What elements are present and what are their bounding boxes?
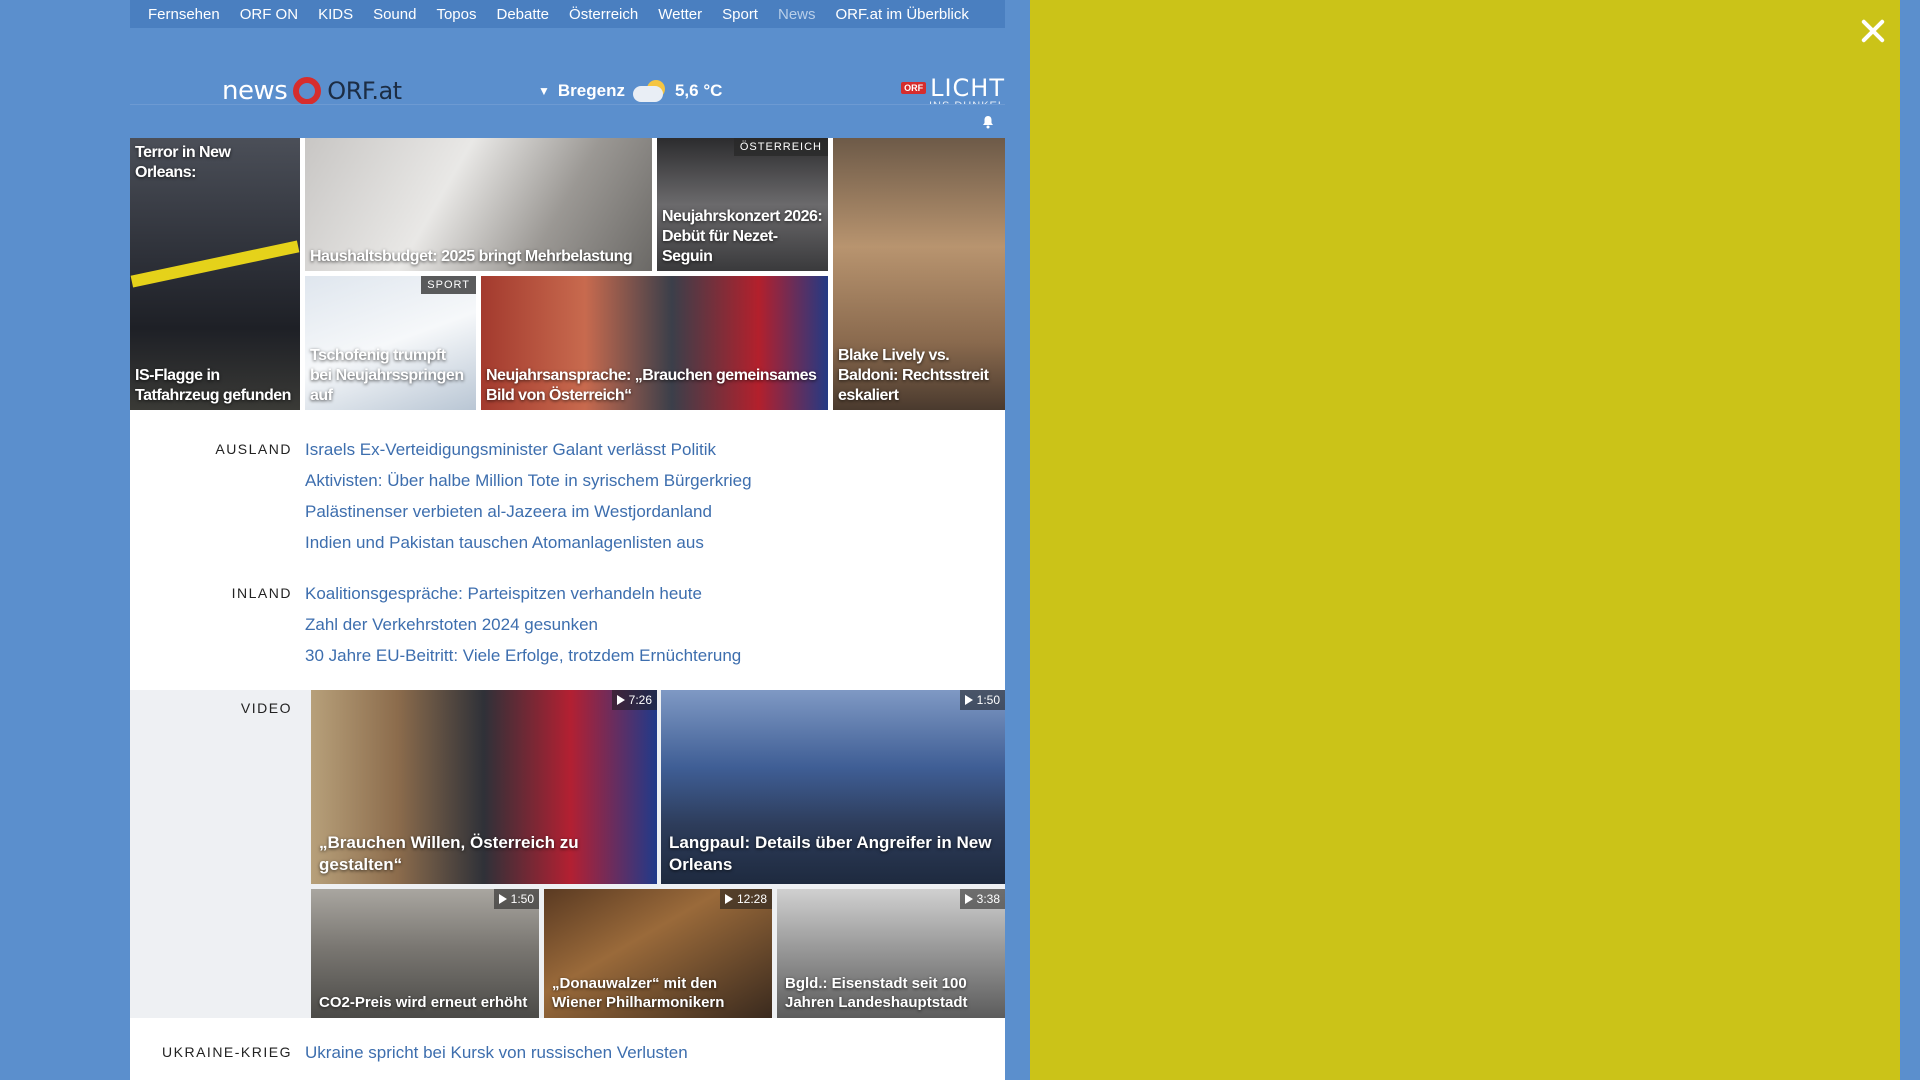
- section-video: VIDEO 7:26 „Brauchen Willen, Österreich …: [130, 690, 1005, 1018]
- partly-cloudy-icon: [632, 80, 667, 102]
- nav-sport[interactable]: Sport: [712, 6, 768, 23]
- teaser-caption: Neujahrsansprache: „Brauchen gemeinsames…: [486, 367, 817, 404]
- headline-link[interactable]: Israels Ex-Verteidigungsminister Galant …: [305, 434, 752, 465]
- video-caption: Langpaul: Details über Angreifer in New …: [669, 833, 992, 874]
- headline-link[interactable]: 30 Jahre EU-Beitritt: Viele Erfolge, tro…: [305, 640, 741, 671]
- orf-ring-icon: [293, 77, 322, 105]
- section-inland: INLAND Koalitionsgespräche: Parteispitze…: [130, 578, 1005, 678]
- video-tile[interactable]: 3:38 Bgld.: Eisenstadt seit 100 Jahren L…: [777, 889, 1005, 1018]
- headline-list: Israels Ex-Verteidigungsminister Galant …: [305, 434, 752, 558]
- teaser-caption: Blake Lively vs. Baldoni: Rechtsstreit e…: [838, 347, 989, 404]
- video-duration: 7:26: [611, 690, 657, 710]
- teaser-haushaltsbudget[interactable]: Haushaltsbudget: 2025 bringt Mehrbelastu…: [305, 138, 652, 271]
- headline-list: Ukraine spricht bei Kursk von russischen…: [305, 1037, 688, 1068]
- section-label: INLAND: [231, 585, 292, 601]
- orf-badge: ORF: [901, 82, 927, 94]
- close-icon[interactable]: [1856, 14, 1890, 48]
- sub-bar: [130, 104, 1005, 138]
- licht-title: LICHT: [930, 74, 1005, 102]
- play-icon: [964, 695, 973, 705]
- headline-link[interactable]: Zahl der Verkehrstoten 2024 gesunken: [305, 609, 741, 640]
- weather-temperature: 5,6 °C: [674, 81, 723, 100]
- logo-orf-text: ORF.at: [327, 77, 402, 105]
- nav-oesterreich[interactable]: Österreich: [559, 6, 648, 23]
- teaser-neujahrsansprache[interactable]: Neujahrsansprache: „Brauchen gemeinsames…: [481, 276, 828, 410]
- teaser-caption: IS-Flagge in Tatfahrzeug gefunden: [135, 367, 291, 404]
- nav-news[interactable]: News: [768, 6, 826, 23]
- section-label: VIDEO: [240, 700, 292, 716]
- weather-widget[interactable]: ▼ Bregenz 5,6 °C: [538, 80, 722, 102]
- video-caption: CO2-Preis wird erneut erhöht: [319, 994, 528, 1011]
- logo-news-text: news: [222, 76, 288, 106]
- section-ukraine: UKRAINE-KRIEG Ukraine spricht bei Kursk …: [130, 1037, 1005, 1077]
- video-caption: „Donauwalzer“ mit den Wiener Philharmoni…: [552, 975, 725, 1011]
- play-icon: [724, 894, 733, 904]
- teaser-tschofenig[interactable]: SPORT Tschofenig trumpft bei Neujahrsspr…: [305, 276, 476, 410]
- video-caption: „Brauchen Willen, Österreich zu gestalte…: [319, 833, 579, 874]
- teaser-caption: Haushaltsbudget: 2025 bringt Mehrbelastu…: [310, 248, 633, 265]
- teaser-neujahrskonzert[interactable]: ÖSTERREICH Neujahrskonzert 2026: Debüt f…: [657, 138, 828, 271]
- video-duration: 3:38: [959, 889, 1005, 909]
- teaser-new-orleans[interactable]: Terror in New Orleans: IS-Flagge in Tatf…: [130, 138, 300, 410]
- section-ausland: AUSLAND Israels Ex-Verteidigungsminister…: [130, 434, 1005, 564]
- video-duration: 1:50: [959, 690, 1005, 710]
- category-tag: ÖSTERREICH: [733, 138, 828, 156]
- bell-icon[interactable]: [981, 115, 995, 129]
- chevron-down-icon: ▼: [538, 84, 550, 98]
- nav-kids[interactable]: KIDS: [308, 6, 363, 23]
- headline-link[interactable]: Indien und Pakistan tauschen Atomanlagen…: [305, 527, 752, 558]
- category-tag: SPORT: [421, 276, 476, 294]
- video-duration: 12:28: [719, 889, 772, 909]
- nav-topos[interactable]: Topos: [426, 6, 486, 23]
- nav-debatte[interactable]: Debatte: [486, 6, 559, 23]
- headline-link[interactable]: Palästinenser verbieten al-Jazeera im We…: [305, 496, 752, 527]
- nav-wetter[interactable]: Wetter: [648, 6, 712, 23]
- headline-link[interactable]: Aktivisten: Über halbe Million Tote in s…: [305, 465, 752, 496]
- headline-link[interactable]: Koalitionsgespräche: Parteispitzen verha…: [305, 578, 741, 609]
- news-site: Fernsehen ORF ON KIDS Sound Topos Debatt…: [130, 0, 1005, 1080]
- nav-sound[interactable]: Sound: [363, 6, 426, 23]
- police-tape: [130, 240, 300, 288]
- headline-list: Koalitionsgespräche: Parteispitzen verha…: [305, 578, 741, 671]
- news-orf-logo[interactable]: news ORF.at: [222, 76, 402, 106]
- site-header: news ORF.at ▼ Bregenz 5,6 °C ORF LICHT I…: [130, 28, 1005, 112]
- headline-link[interactable]: Ukraine spricht bei Kursk von russischen…: [305, 1037, 688, 1068]
- video-tile[interactable]: 1:50 Langpaul: Details über Angreifer in…: [661, 690, 1005, 884]
- play-icon: [616, 695, 625, 705]
- nav-orf-ueberblick[interactable]: ORF.at im Überblick: [826, 6, 979, 23]
- video-duration: 1:50: [493, 889, 539, 909]
- teaser-caption: Neujahrskonzert 2026: Debüt für Nezet-Se…: [662, 208, 823, 265]
- nav-fernsehen[interactable]: Fernsehen: [148, 6, 230, 23]
- teaser-blake-lively[interactable]: Blake Lively vs. Baldoni: Rechtsstreit e…: [833, 138, 1005, 410]
- video-tile[interactable]: 7:26 „Brauchen Willen, Österreich zu ges…: [311, 690, 657, 884]
- play-icon: [498, 894, 507, 904]
- section-label: UKRAINE-KRIEG: [162, 1044, 292, 1060]
- play-icon: [964, 894, 973, 904]
- teaser-grid: Terror in New Orleans: IS-Flagge in Tatf…: [130, 138, 1005, 410]
- teaser-caption: Tschofenig trumpft bei Neujahrsspringen …: [310, 347, 464, 404]
- video-tile[interactable]: 12:28 „Donauwalzer“ mit den Wiener Philh…: [544, 889, 772, 1018]
- weather-location: Bregenz: [557, 81, 625, 100]
- section-label: AUSLAND: [215, 441, 292, 457]
- teaser-caption-top: Terror in New Orleans:: [135, 144, 231, 181]
- video-caption: Bgld.: Eisenstadt seit 100 Jahren Landes…: [785, 975, 968, 1011]
- video-tile[interactable]: 1:50 CO2-Preis wird erneut erhöht: [311, 889, 539, 1018]
- overlay-panel: [1030, 0, 1900, 1080]
- nav-orf-on[interactable]: ORF ON: [230, 6, 308, 23]
- top-navigation: Fernsehen ORF ON KIDS Sound Topos Debatt…: [130, 0, 1005, 28]
